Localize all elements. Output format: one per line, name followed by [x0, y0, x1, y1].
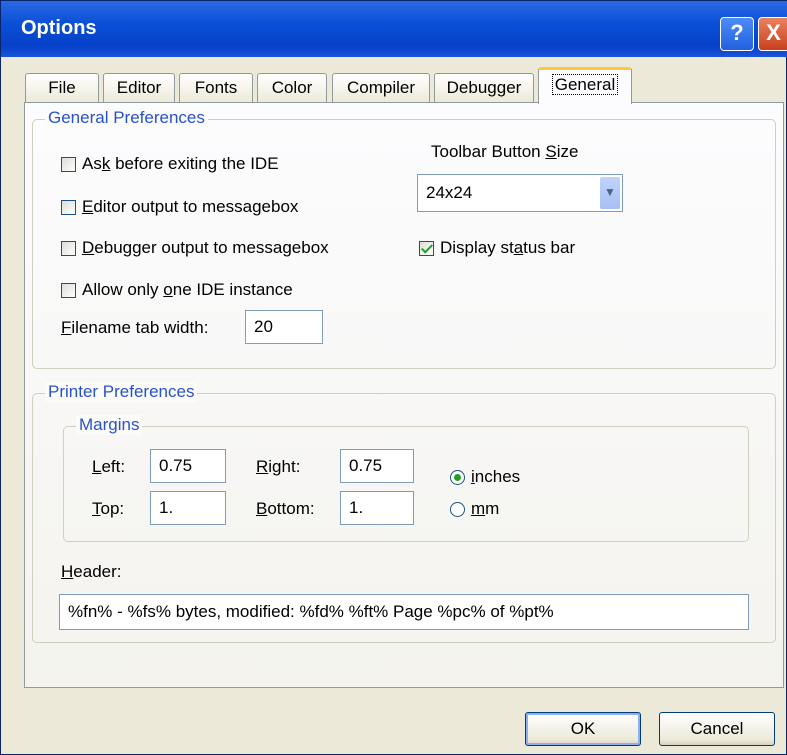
chevron-down-icon[interactable]: ▼: [600, 177, 620, 209]
title-bar[interactable]: Options ? X: [1, 1, 787, 57]
help-icon[interactable]: ?: [720, 17, 754, 51]
tab-color[interactable]: Color: [257, 73, 327, 103]
debugger-output-label: Debugger output to messagebox: [82, 238, 329, 257]
header-input[interactable]: %fn% - %fs% bytes, modified: %fd% %ft% P…: [59, 594, 749, 630]
margins-group: Margins Left: 0.75 Right: 0.75 Top: 1. B…: [63, 415, 749, 542]
tab-general-label: General: [551, 74, 619, 95]
editor-output-label: Editor output to messagebox: [82, 197, 299, 216]
one-instance-box[interactable]: [61, 282, 76, 298]
mm-radio[interactable]: mm: [450, 499, 499, 519]
printer-preferences-legend: Printer Preferences: [45, 382, 198, 402]
options-dialog: Options ? X File Editor Fonts Color Comp…: [0, 0, 787, 755]
close-icon[interactable]: X: [758, 17, 787, 51]
editor-output-box[interactable]: [61, 199, 76, 215]
general-preferences-group: General Preferences Ask before exiting t…: [32, 108, 776, 369]
toolbar-size-label: Toolbar Button Size: [431, 142, 579, 161]
ask-exit-box[interactable]: [61, 156, 76, 172]
ask-exit-checkbox[interactable]: Ask before exiting the IDE: [61, 152, 279, 176]
inches-label: inches: [471, 467, 521, 486]
debugger-output-box[interactable]: [61, 240, 76, 256]
margins-legend: Margins: [76, 415, 143, 435]
inches-radio-circle[interactable]: [450, 469, 465, 485]
tab-file[interactable]: File: [25, 73, 99, 103]
tab-debugger[interactable]: Debugger: [434, 73, 534, 103]
tab-fonts[interactable]: Fonts: [179, 73, 253, 103]
status-bar-checkbox[interactable]: Display status bar: [419, 236, 575, 260]
left-margin-label: Left:: [92, 457, 126, 476]
top-margin-label: Top:: [92, 499, 125, 518]
inches-radio[interactable]: inches: [450, 467, 520, 487]
general-preferences-legend: General Preferences: [45, 108, 208, 128]
left-margin-input[interactable]: 0.75: [150, 449, 226, 483]
cancel-button[interactable]: Cancel: [659, 712, 775, 746]
toolbar-size-select[interactable]: 24x24 ▼: [417, 174, 623, 212]
one-instance-label: Allow only one IDE instance: [82, 280, 293, 299]
tab-strip: File Editor Fonts Color Compiler Debugge…: [25, 67, 785, 104]
header-label: Header:: [61, 562, 122, 581]
one-instance-checkbox[interactable]: Allow only one IDE instance: [61, 278, 293, 302]
ok-button[interactable]: OK: [525, 712, 641, 746]
top-margin-input[interactable]: 1.: [150, 491, 226, 525]
bottom-margin-label: Bottom:: [256, 499, 315, 518]
tab-panel-general: General Preferences Ask before exiting t…: [24, 102, 784, 688]
debugger-output-checkbox[interactable]: Debugger output to messagebox: [61, 236, 329, 260]
printer-preferences-group: Printer Preferences Margins Left: 0.75 R…: [32, 382, 776, 643]
right-margin-input[interactable]: 0.75: [340, 449, 414, 483]
tab-general[interactable]: General: [538, 67, 632, 104]
bottom-margin-input[interactable]: 1.: [340, 491, 414, 525]
mm-label: mm: [471, 499, 500, 518]
status-bar-box[interactable]: [419, 240, 434, 256]
window-title: Options: [21, 17, 97, 39]
tab-width-input[interactable]: 20: [245, 310, 323, 344]
tab-width-label: Filename tab width:: [61, 318, 209, 337]
tab-compiler[interactable]: Compiler: [332, 73, 430, 103]
toolbar-size-value: 24x24: [426, 183, 473, 202]
ask-exit-label: Ask before exiting the IDE: [82, 154, 279, 173]
editor-output-checkbox[interactable]: Editor output to messagebox: [61, 195, 298, 219]
tab-editor[interactable]: Editor: [103, 73, 175, 103]
mm-radio-circle[interactable]: [450, 501, 465, 517]
right-margin-label: Right:: [256, 457, 301, 476]
status-bar-label: Display status bar: [440, 238, 576, 257]
